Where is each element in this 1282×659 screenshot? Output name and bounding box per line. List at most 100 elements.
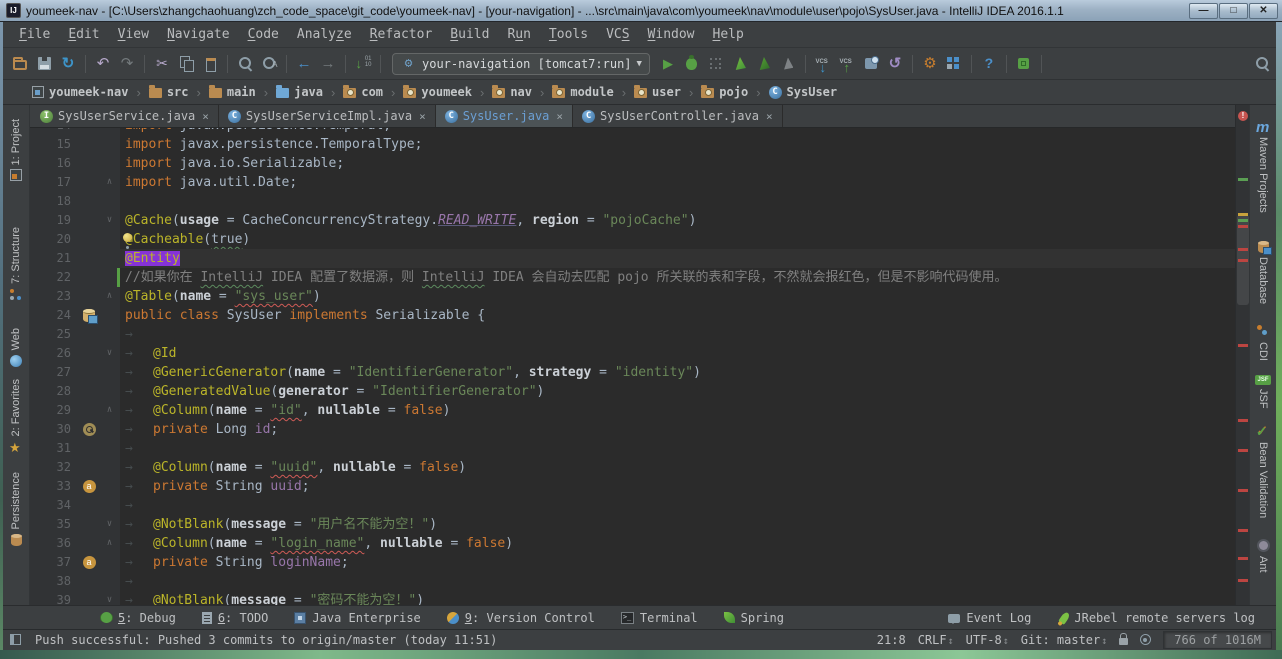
toolbar-button-forward[interactable] (316, 52, 340, 76)
code-line-26[interactable]: 26∨→@Id (30, 344, 1235, 363)
memory-indicator[interactable]: 766 of 1016M (1163, 631, 1272, 649)
tool-window-button-5-debug[interactable]: 5: Debug (88, 611, 189, 625)
toolbar-button-project-structure[interactable] (942, 52, 966, 76)
fold-marker[interactable]: ∧ (102, 401, 117, 420)
toolbar-button-redo[interactable] (115, 52, 139, 76)
toolbar-button-shelve[interactable] (859, 52, 883, 76)
toolbar-button-copy[interactable] (174, 52, 198, 76)
error-stripe-mark[interactable] (1238, 213, 1248, 216)
attribute-gutter-icon[interactable]: a (83, 480, 96, 493)
error-stripe-mark[interactable] (1238, 225, 1248, 228)
code-line-22[interactable]: 22//如果你在 IntelliJ IDEA 配置了数据源，则 IntelliJ… (30, 268, 1235, 287)
tool-window-toggle-icon[interactable] (10, 634, 21, 645)
tool-window-button-9-version-control[interactable]: 9: Version Control (434, 611, 608, 625)
breadcrumb-SysUser[interactable]: CSysUser (765, 83, 842, 101)
tool-window-button-maven-projects[interactable]: Maven Projects (1256, 115, 1270, 217)
menu-tools[interactable]: Tools (540, 24, 597, 45)
toolbar-button-sort-lines[interactable] (351, 52, 375, 76)
error-stripe-mark[interactable] (1238, 529, 1248, 532)
tool-window-button-1-project[interactable]: 1: Project (10, 115, 22, 185)
tab-SysUser.java[interactable]: CSysUser.java× (436, 105, 573, 127)
tool-window-button-web[interactable]: Web (10, 324, 22, 370)
tool-window-button-java-enterprise[interactable]: Java Enterprise (281, 611, 433, 625)
error-stripe-mark[interactable] (1238, 449, 1248, 452)
tool-window-button-jrebel-remote-servers-log[interactable]: JRebel remote servers log (1044, 611, 1268, 625)
menu-refactor[interactable]: Refactor (361, 24, 442, 45)
code-line-31[interactable]: 31→ (30, 439, 1235, 458)
breadcrumb-nav[interactable]: nav (488, 83, 536, 101)
search-everywhere-button[interactable] (1250, 52, 1274, 76)
fold-marker[interactable]: ∨ (102, 591, 117, 605)
code-line-21[interactable]: 21@Entity (30, 249, 1235, 268)
tab-SysUserService.java[interactable]: ISysUserService.java× (31, 105, 219, 127)
close-tab-icon[interactable]: × (419, 110, 426, 123)
code-line-28[interactable]: 28→@GeneratedValue(generator = "Identifi… (30, 382, 1235, 401)
fold-marker[interactable] (102, 439, 117, 458)
intention-bulb-icon[interactable] (123, 233, 132, 242)
fold-marker[interactable] (102, 572, 117, 591)
fold-marker[interactable] (102, 128, 117, 135)
fold-marker[interactable] (102, 420, 117, 439)
fold-marker[interactable]: ∨ (102, 211, 117, 230)
fold-marker[interactable] (102, 306, 117, 325)
encoding-selector[interactable]: UTF-8↕ (966, 633, 1009, 647)
fold-marker[interactable] (102, 325, 117, 344)
breadcrumb-youmeek-nav[interactable]: youmeek-nav (28, 83, 132, 101)
breadcrumb-pojo[interactable]: pojo (697, 83, 752, 101)
toolbar-button-cut[interactable] (150, 52, 174, 76)
fold-marker[interactable] (102, 382, 117, 401)
code-line-16[interactable]: 16import java.io.Serializable; (30, 154, 1235, 173)
code-line-24[interactable]: 24public class SysUser implements Serial… (30, 306, 1235, 325)
lock-icon[interactable] (1119, 638, 1128, 645)
toolbar-button-paste[interactable] (198, 52, 222, 76)
toolbar-button-synchronize[interactable] (56, 52, 80, 76)
fold-marker[interactable]: ∧ (102, 173, 117, 192)
breadcrumb-main[interactable]: main (205, 83, 260, 101)
close-tab-icon[interactable]: × (766, 110, 773, 123)
tool-window-button-database[interactable]: Database (1257, 237, 1269, 308)
fold-marker[interactable] (102, 249, 117, 268)
toolbar-button-save-all[interactable] (32, 52, 56, 76)
code-line-38[interactable]: 38→ (30, 572, 1235, 591)
tool-window-button-6-todo[interactable]: 6: TODO (189, 611, 282, 625)
toolbar-button-run[interactable] (656, 52, 680, 76)
error-stripe-mark[interactable] (1238, 344, 1248, 347)
code-line-23[interactable]: 23∧@Table(name = "sys_user") (30, 287, 1235, 306)
code-line-14[interactable]: 14import javax.persistence.Temporal; (30, 128, 1235, 135)
menu-run[interactable]: Run (498, 24, 539, 45)
fold-marker[interactable] (102, 458, 117, 477)
tool-window-button-persistence[interactable]: Persistence (10, 468, 22, 549)
close-tab-icon[interactable]: × (556, 110, 563, 123)
fold-marker[interactable] (102, 496, 117, 515)
fold-marker[interactable] (102, 230, 117, 249)
fold-marker[interactable]: ∧ (102, 534, 117, 553)
toolbar-button-help[interactable] (977, 52, 1001, 76)
fold-marker[interactable] (102, 135, 117, 154)
caret-position[interactable]: 21:8 (877, 633, 906, 647)
code-line-15[interactable]: 15import javax.persistence.TemporalType; (30, 135, 1235, 154)
breadcrumb-module[interactable]: module (548, 83, 617, 101)
toolbar-button-jrebel-debug[interactable] (752, 52, 776, 76)
menu-vcs[interactable]: VCS (597, 24, 638, 45)
breadcrumb-com[interactable]: com (339, 83, 387, 101)
fold-marker[interactable]: ∨ (102, 515, 117, 534)
code-line-39[interactable]: 39∨→@NotBlank(message = "密码不能为空！") (30, 591, 1235, 605)
menu-edit[interactable]: Edit (59, 24, 108, 45)
code-line-17[interactable]: 17∧import java.util.Date; (30, 173, 1235, 192)
line-ending-selector[interactable]: CRLF↕ (918, 633, 954, 647)
code-line-30[interactable]: 30→private Long id; (30, 420, 1235, 439)
error-stripe-mark[interactable] (1238, 259, 1248, 262)
code-line-37[interactable]: 37a→private String loginName; (30, 553, 1235, 572)
toolbar-button-vcs-commit[interactable] (835, 52, 859, 76)
toolbar-button-find[interactable] (233, 52, 257, 76)
tool-window-button-jsf[interactable]: JSFJSF (1255, 371, 1271, 413)
code-line-19[interactable]: 19∨@Cache(usage = CacheConcurrencyStrate… (30, 211, 1235, 230)
error-stripe-mark[interactable] (1238, 419, 1248, 422)
code-line-34[interactable]: 34→ (30, 496, 1235, 515)
toolbar-button-jrebel-run[interactable] (728, 52, 752, 76)
fold-marker[interactable] (102, 553, 117, 572)
breadcrumb-user[interactable]: user (630, 83, 685, 101)
tool-window-button-2-favorites[interactable]: 2: Favorites (9, 375, 23, 458)
tab-SysUserController.java[interactable]: CSysUserController.java× (573, 105, 783, 127)
toolbar-button-jrebel-profile[interactable] (776, 52, 800, 76)
